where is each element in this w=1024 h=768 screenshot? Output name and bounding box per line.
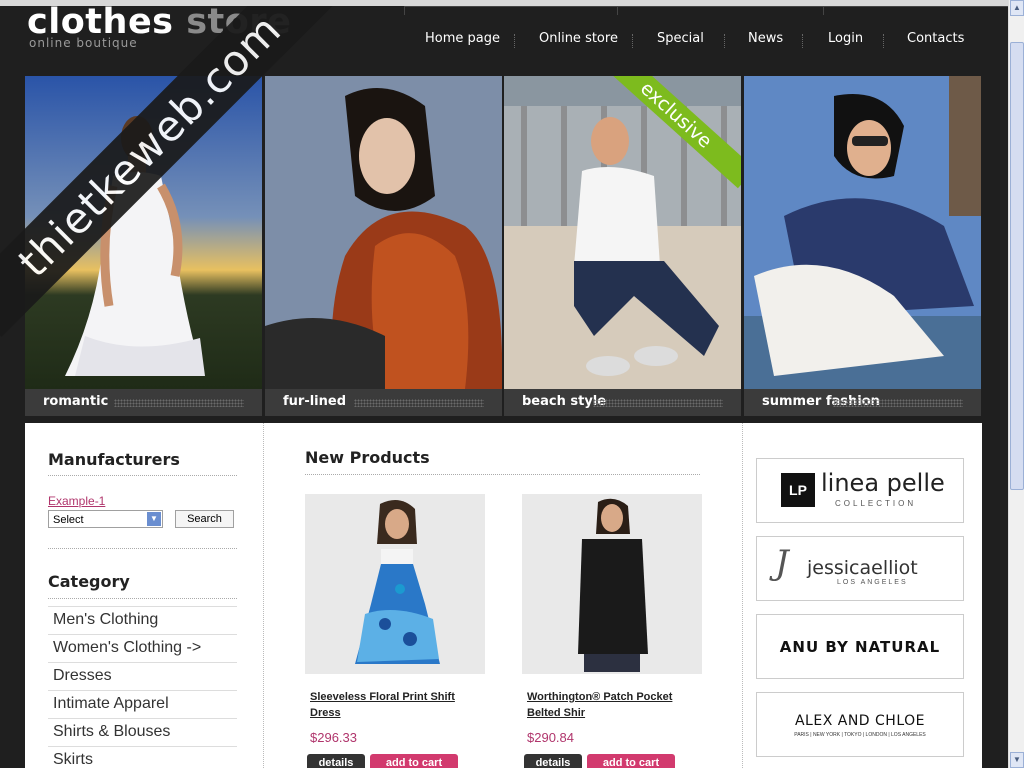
product-name-link[interactable]: Sleeveless Floral Print Shift Dress <box>310 689 485 721</box>
banner-panel-fur-lined[interactable]: fur-lined <box>265 76 502 416</box>
logo-tagline: online boutique <box>29 36 138 50</box>
caption-dots <box>833 399 963 407</box>
details-button[interactable]: details <box>307 754 365 768</box>
caption-bar: romantic <box>25 389 262 416</box>
nav-online-store[interactable]: Online store <box>539 31 618 46</box>
brand-anu-by-natural[interactable]: ANU BY NATURAL <box>756 614 964 679</box>
product-image-floral-dress[interactable] <box>305 494 485 674</box>
nav-login[interactable]: Login <box>828 31 863 46</box>
category-item-shirts-blouses[interactable]: Shirts & Blouses <box>48 718 237 746</box>
beach-style-photo: exclusive <box>504 76 741 389</box>
caption-bar: fur-lined <box>265 389 502 416</box>
jessica-elliot-logo-mark: J <box>775 543 789 583</box>
summer-fashion-photo <box>744 76 981 389</box>
alex-and-chloe-logo-text: ALEX AND CHLOE <box>794 713 925 729</box>
banner-panel-beach-style[interactable]: exclusive beach style <box>504 76 741 416</box>
anu-by-natural-logo-text: ANU BY NATURAL <box>779 638 941 656</box>
linea-pelle-collection-text: COLLECTION <box>835 499 917 508</box>
divider <box>48 598 237 599</box>
nav-separator <box>802 34 804 48</box>
select-value: Select <box>53 514 84 526</box>
main-content: Manufacturers Example-1 Select ▼ Search C… <box>25 423 982 768</box>
nav-special[interactable]: Special <box>657 31 704 46</box>
jessica-elliot-subtext: LOS ANGELES <box>837 579 908 586</box>
fur-lined-photo <box>265 76 502 389</box>
brand-jessica-elliot[interactable]: J jessicaelliot LOS ANGELES <box>756 536 964 601</box>
caption-bar: summer fashion <box>744 389 981 416</box>
divider <box>305 474 700 475</box>
caption-fur-lined: fur-lined <box>283 394 347 409</box>
search-button[interactable]: Search <box>175 510 234 528</box>
category-item-intimate-apparel[interactable]: Intimate Apparel <box>48 690 237 718</box>
scrollbar-thumb[interactable] <box>1010 42 1024 490</box>
caption-dots <box>354 399 484 407</box>
category-item-mens-clothing[interactable]: Men's Clothing <box>48 606 237 634</box>
caption-bar: beach style <box>504 389 741 416</box>
divider <box>48 475 237 476</box>
caption-dots <box>593 399 723 407</box>
product-name-link[interactable]: Worthington® Patch Pocket Belted Shir <box>527 689 702 721</box>
add-to-cart-button[interactable]: add to cart <box>370 754 458 768</box>
scroll-down-arrow-icon[interactable]: ▼ <box>1010 752 1024 768</box>
product-image-patch-pocket-shirt[interactable] <box>522 494 702 674</box>
category-item-dresses[interactable]: Dresses <box>48 662 237 690</box>
nav-tab-lines <box>404 6 1008 15</box>
banner-panel-summer-fashion[interactable]: summer fashion <box>744 76 981 416</box>
sidebar-left: Manufacturers Example-1 Select ▼ Search C… <box>25 423 264 768</box>
brand-alex-and-chloe[interactable]: ALEX AND CHLOE PARIS | NEW YORK | TOKYO … <box>756 692 964 757</box>
nav-separator <box>724 34 726 48</box>
alex-and-chloe-cities: PARIS | NEW YORK | TOKYO | LONDON | LOS … <box>794 732 926 738</box>
category-list: Men's Clothing Women's Clothing -> Dress… <box>48 606 237 768</box>
product-price: $290.84 <box>527 730 574 745</box>
divider <box>48 548 237 549</box>
manufacturer-select[interactable]: Select ▼ <box>48 510 163 528</box>
category-item-womens-clothing[interactable]: Women's Clothing -> <box>48 634 237 662</box>
nav-separator <box>514 34 516 48</box>
category-heading: Category <box>48 572 130 591</box>
linea-pelle-logo-mark: LP <box>781 473 815 507</box>
manufacturers-heading: Manufacturers <box>48 450 180 469</box>
nav-contacts[interactable]: Contacts <box>907 31 964 46</box>
jessica-elliot-logo-text: jessicaelliot <box>807 557 918 579</box>
category-item-skirts[interactable]: Skirts <box>48 746 237 768</box>
new-products-heading: New Products <box>305 448 430 467</box>
nav-separator <box>632 34 634 48</box>
nav-separator <box>883 34 885 48</box>
add-to-cart-button[interactable]: add to cart <box>587 754 675 768</box>
scroll-up-arrow-icon[interactable]: ▲ <box>1010 0 1024 16</box>
site-page: clothes store online boutique Home page … <box>0 6 1008 768</box>
manufacturer-link-example[interactable]: Example-1 <box>48 494 105 508</box>
chevron-down-icon[interactable]: ▼ <box>147 512 161 526</box>
nav-news[interactable]: News <box>748 31 783 46</box>
product-card: Worthington® Patch Pocket Belted Shir $2… <box>522 494 702 768</box>
linea-pelle-logo-text: linea pelle <box>821 469 945 497</box>
caption-dots <box>114 399 244 407</box>
nav-home-page[interactable]: Home page <box>425 31 500 46</box>
caption-romantic: romantic <box>43 394 109 409</box>
product-price: $296.33 <box>310 730 357 745</box>
details-button[interactable]: details <box>524 754 582 768</box>
brands-sidebar: LP linea pelle COLLECTION J jessicaellio… <box>743 423 982 768</box>
brand-linea-pelle[interactable]: LP linea pelle COLLECTION <box>756 458 964 523</box>
vertical-scrollbar[interactable]: ▲ ▼ <box>1008 0 1024 768</box>
product-card: Sleeveless Floral Print Shift Dress $296… <box>305 494 485 768</box>
new-products-section: New Products Sleeveless Floral Print Shi… <box>264 423 743 768</box>
